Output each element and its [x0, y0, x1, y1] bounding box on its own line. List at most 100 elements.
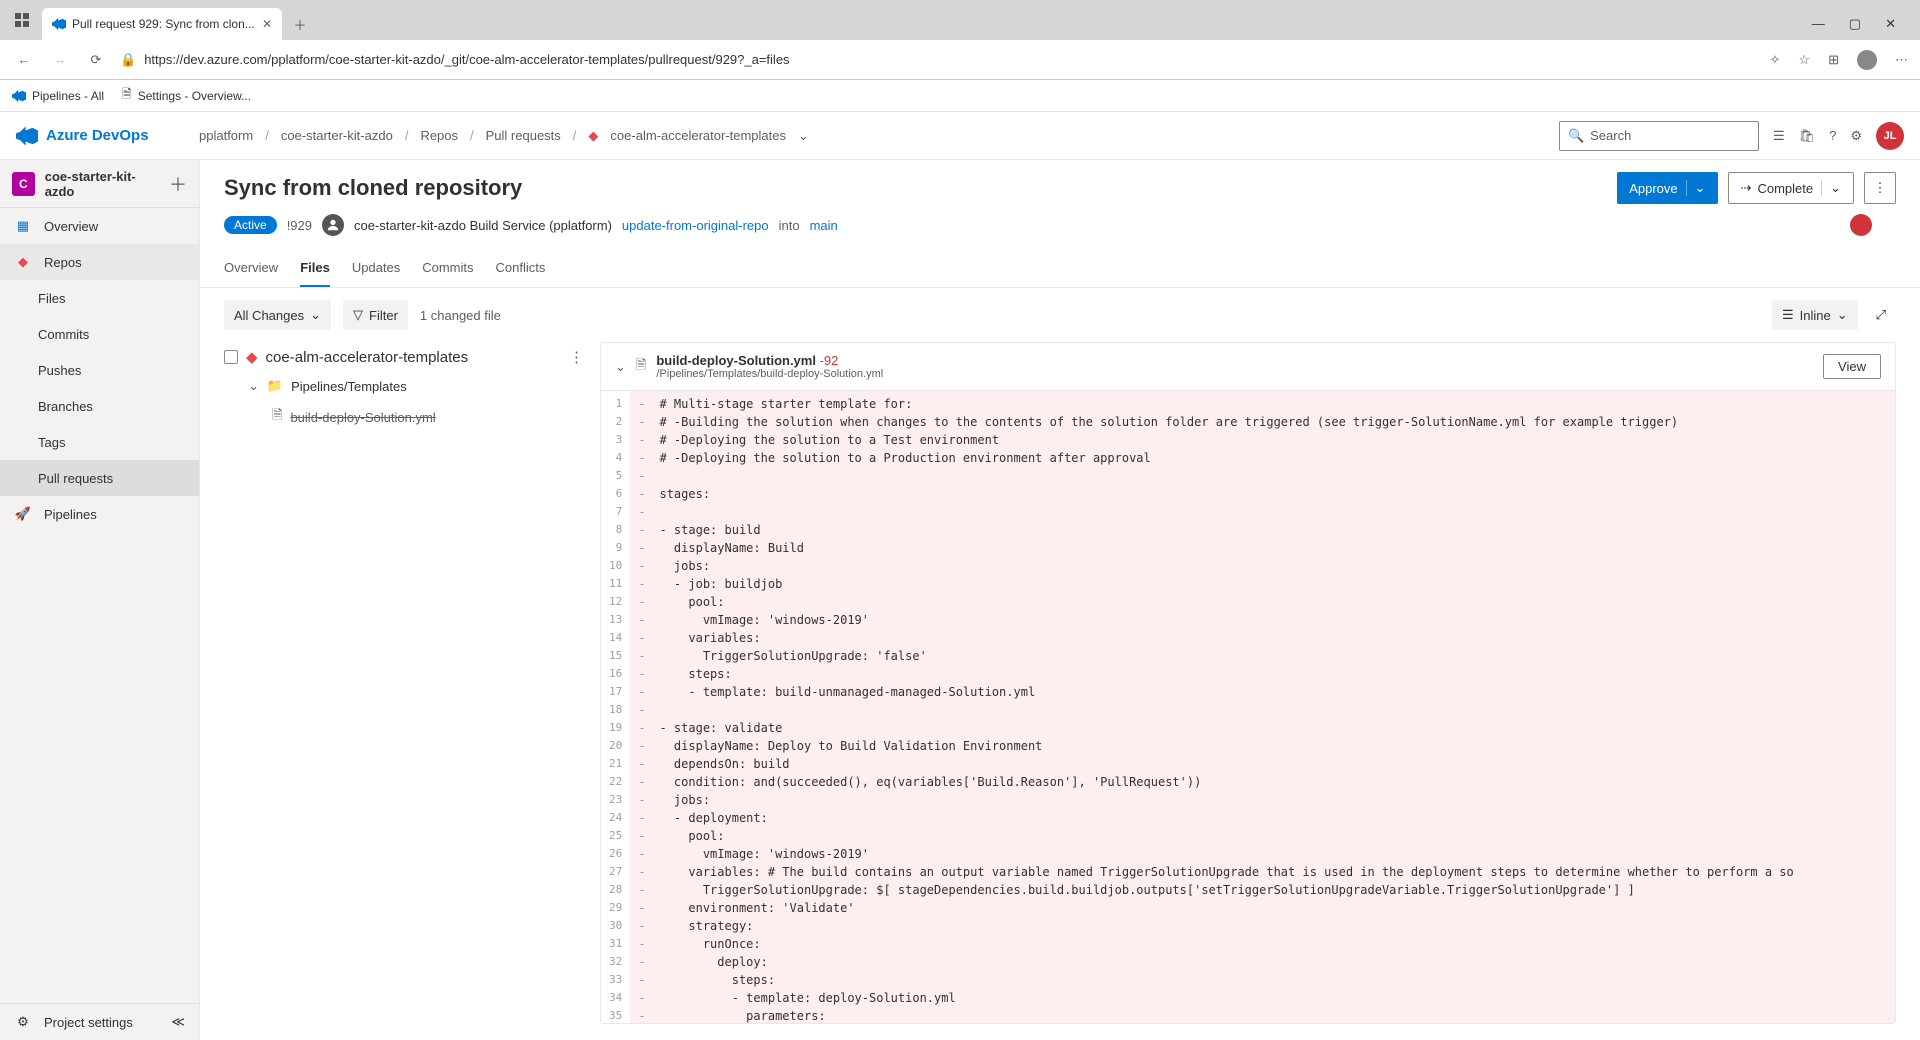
chevron-down-icon[interactable]: ⌄	[1686, 180, 1706, 196]
sidebar: C coe-starter-kit-azdo ＋ ▦ Overview ◆ Re…	[0, 160, 200, 1040]
browser-chrome: Pull request 929: Sync from clon... ✕ ＋ …	[0, 0, 1920, 80]
back-button[interactable]: ←	[12, 52, 36, 67]
profile-icon[interactable]	[1857, 50, 1877, 70]
forward-button: →	[48, 52, 72, 67]
crumb-org[interactable]: pplatform	[199, 128, 253, 143]
more-icon[interactable]: ⋮	[569, 348, 584, 366]
lock-icon: 🔒	[120, 52, 136, 68]
filter-icon: ▽	[353, 307, 363, 323]
collapse-icon[interactable]: ⌄	[615, 359, 626, 375]
tab-files[interactable]: Files	[300, 250, 330, 287]
gear-icon: ⚙	[14, 1014, 32, 1030]
user-settings-icon[interactable]: ⚙	[1850, 128, 1862, 144]
folder-icon: 📁	[267, 378, 283, 394]
help-icon[interactable]: ?	[1829, 128, 1836, 143]
crumb-area[interactable]: Repos	[420, 128, 458, 143]
author-avatar[interactable]	[322, 214, 344, 236]
checkbox[interactable]	[224, 350, 238, 364]
collapse-sidebar-icon[interactable]: ≪	[171, 1014, 185, 1030]
author-name: coe-starter-kit-azdo Build Service (ppla…	[354, 218, 612, 233]
file-tree: ◆ coe-alm-accelerator-templates ⋮ ⌄ 📁 Pi…	[224, 342, 584, 1024]
source-branch[interactable]: update-from-original-repo	[622, 218, 769, 233]
ado-logo[interactable]: Azure DevOps	[16, 125, 199, 147]
chevron-down-icon: ⌄	[1837, 307, 1848, 323]
complete-button[interactable]: ⇢ Complete ⌄	[1728, 172, 1854, 204]
close-window-icon[interactable]: ✕	[1885, 16, 1896, 32]
repos-icon: ◆	[14, 254, 32, 270]
pipelines-icon: 🚀	[14, 506, 32, 522]
tab-updates[interactable]: Updates	[352, 250, 400, 287]
browser-tab[interactable]: Pull request 929: Sync from clon... ✕	[42, 8, 282, 40]
diff-stat: -92	[820, 353, 839, 368]
sidebar-item-repos[interactable]: ◆ Repos	[0, 244, 199, 280]
ado-header: Azure DevOps pplatform / coe-starter-kit…	[0, 112, 1920, 160]
search-icon: 🔍	[1568, 128, 1584, 144]
project-picker[interactable]: C coe-starter-kit-azdo ＋	[0, 160, 199, 208]
view-button[interactable]: View	[1823, 354, 1881, 379]
fullscreen-button[interactable]: ⤢	[1866, 300, 1896, 330]
bookmarks-bar: Pipelines - All 🗎 Settings - Overview...	[0, 80, 1920, 112]
sidebar-item-pushes[interactable]: Pushes	[0, 352, 199, 388]
sidebar-item-pipelines[interactable]: 🚀 Pipelines	[0, 496, 199, 532]
sidebar-item-tags[interactable]: Tags	[0, 424, 199, 460]
list-icon[interactable]: ☰	[1773, 128, 1785, 144]
search-input[interactable]: 🔍 Search	[1559, 121, 1759, 151]
add-icon[interactable]: ＋	[169, 171, 187, 197]
pr-id: !929	[287, 218, 312, 233]
tab-commits[interactable]: Commits	[422, 250, 473, 287]
filter-button[interactable]: ▽ Filter	[343, 300, 408, 330]
refresh-button[interactable]: ⟳	[84, 52, 108, 68]
minimize-icon[interactable]: —	[1812, 16, 1825, 32]
changed-files-count: 1 changed file	[420, 308, 501, 323]
sidebar-item-overview[interactable]: ▦ Overview	[0, 208, 199, 244]
tree-folder[interactable]: ⌄ 📁 Pipelines/Templates	[224, 372, 584, 400]
bookmark-pipelines[interactable]: Pipelines - All	[12, 89, 104, 103]
sidebar-item-files[interactable]: Files	[0, 280, 199, 316]
page-title: Sync from cloned repository	[224, 175, 522, 201]
maximize-icon[interactable]: ▢	[1849, 16, 1861, 32]
reviewer-avatar[interactable]	[1850, 214, 1872, 236]
pr-tabs: Overview Files Updates Commits Conflicts	[200, 250, 1920, 288]
chevron-down-icon: ⌄	[248, 378, 259, 394]
diff-code[interactable]: 1 2 3 4 5 6 7 8 9 10 11 12 13 14 15 16 1…	[601, 391, 1895, 1023]
new-tab-button[interactable]: ＋	[286, 10, 314, 38]
breadcrumb: pplatform / coe-starter-kit-azdo / Repos…	[199, 128, 809, 144]
url-text: https://dev.azure.com/pplatform/coe-star…	[144, 52, 789, 67]
all-changes-dropdown[interactable]: All Changes ⌄	[224, 300, 331, 330]
project-settings[interactable]: ⚙ Project settings ≪	[0, 1004, 199, 1040]
diff-panel: ⌄ 🗎 build-deploy-Solution.yml -92 /Pipel…	[600, 342, 1896, 1024]
collections-icon[interactable]: ⊞	[1828, 52, 1839, 68]
marketplace-icon[interactable]: 🛍	[1799, 128, 1816, 144]
close-icon[interactable]: ✕	[262, 17, 272, 31]
user-avatar[interactable]: JL	[1876, 122, 1904, 150]
more-options-button[interactable]: ⋮	[1864, 172, 1896, 204]
crumb-repo[interactable]: coe-alm-accelerator-templates	[610, 128, 786, 143]
complete-icon: ⇢	[1741, 180, 1752, 196]
app-menu-icon[interactable]	[8, 6, 36, 34]
reading-icon[interactable]: ✧	[1770, 52, 1781, 68]
target-branch[interactable]: main	[810, 218, 838, 233]
tree-file[interactable]: 🗎 build-deploy-Solution.yml	[224, 400, 584, 434]
chevron-down-icon[interactable]: ⌄	[1821, 180, 1841, 196]
sidebar-item-commits[interactable]: Commits	[0, 316, 199, 352]
line-numbers: 1 2 3 4 5 6 7 8 9 10 11 12 13 14 15 16 1…	[601, 391, 630, 1023]
git-icon: ◆	[588, 128, 598, 144]
more-icon[interactable]: ⋯	[1895, 52, 1908, 68]
approve-button[interactable]: Approve ⌄	[1617, 172, 1717, 204]
crumb-project[interactable]: coe-starter-kit-azdo	[281, 128, 393, 143]
tab-conflicts[interactable]: Conflicts	[496, 250, 546, 287]
crumb-section[interactable]: Pull requests	[486, 128, 561, 143]
tab-overview[interactable]: Overview	[224, 250, 278, 287]
code-body: - # Multi-stage starter template for: - …	[630, 391, 1802, 1023]
bookmark-settings[interactable]: 🗎 Settings - Overview...	[122, 85, 251, 106]
sidebar-item-pull-requests[interactable]: Pull requests	[0, 460, 199, 496]
overview-icon: ▦	[14, 218, 32, 234]
favorite-icon[interactable]: ☆	[1798, 52, 1810, 68]
chevron-down-icon[interactable]: ⌄	[798, 128, 809, 144]
file-icon: 🗎	[272, 406, 282, 428]
address-bar[interactable]: 🔒 https://dev.azure.com/pplatform/coe-st…	[120, 52, 1758, 68]
tree-root[interactable]: ◆ coe-alm-accelerator-templates ⋮	[224, 342, 584, 372]
list-icon: ☰	[1782, 307, 1794, 323]
inline-dropdown[interactable]: ☰ Inline ⌄	[1772, 300, 1858, 330]
sidebar-item-branches[interactable]: Branches	[0, 388, 199, 424]
